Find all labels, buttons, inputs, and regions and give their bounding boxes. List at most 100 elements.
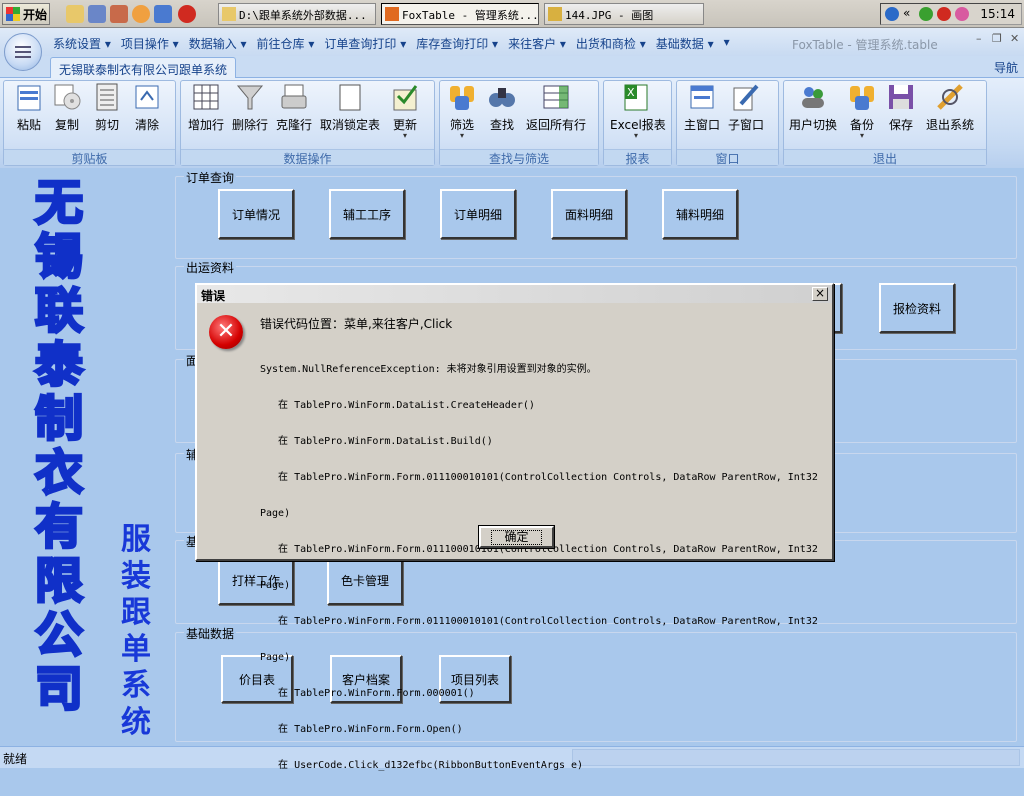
menu-order-print[interactable]: 订单查询打印 ▾ [319, 33, 411, 54]
menu-icon [15, 46, 31, 58]
menu-base-data[interactable]: 基础数据 ▾ [651, 33, 719, 54]
folder-icon[interactable] [66, 5, 84, 23]
face-icon[interactable] [132, 5, 150, 23]
paste-label: 粘贴 [16, 118, 41, 132]
taskbar-button-foxtable[interactable]: FoxTable - 管理系统... [381, 3, 539, 25]
paste-button[interactable]: 粘贴 [12, 82, 46, 133]
menu-customers[interactable]: 来往客户 ▾ [503, 33, 571, 54]
system-tray: « 15:14 [880, 3, 1022, 25]
fabric-detail-button[interactable]: 面料明细 [551, 189, 627, 239]
taskbar-button-paint[interactable]: 144.JPG - 画图 [544, 3, 704, 25]
aux-process-button[interactable]: 辅工工序 [329, 189, 405, 239]
switch-user-button[interactable]: 用户切换 [789, 82, 837, 133]
nav-link[interactable]: 导航 [994, 59, 1018, 76]
menu-stock-print[interactable]: 库存查询打印 ▾ [411, 33, 503, 54]
stacktrace-line: 在 TablePro.WinForm.Form.011100010101(Con… [260, 472, 818, 483]
order-detail-button[interactable]: 订单明细 [440, 189, 516, 239]
accessory-detail-button[interactable]: 辅料明细 [662, 189, 738, 239]
exit-system-button[interactable]: 退出系统 [923, 82, 977, 133]
save-button[interactable]: 保存 [885, 82, 917, 133]
unlock-table-label: 取消锁定表 [320, 118, 381, 132]
menu-system-settings[interactable]: 系统设置 ▾ [48, 33, 116, 54]
unlock-table-button[interactable]: 取消锁定表 [320, 82, 380, 133]
menu-project-ops[interactable]: 项目操作 ▾ [116, 33, 184, 54]
shield-icon[interactable] [955, 7, 969, 21]
update-button[interactable]: 更新 ▾ [388, 82, 422, 140]
dialog-close-button[interactable]: × [812, 287, 828, 301]
close-window-button[interactable]: ✕ [1010, 32, 1019, 45]
copy-label: 复制 [54, 118, 79, 132]
user-icon[interactable] [110, 5, 128, 23]
menu-data-input[interactable]: 数据输入 ▾ [184, 33, 252, 54]
network-icon[interactable] [885, 7, 899, 21]
filter-button[interactable]: 筛选 ▾ [446, 82, 478, 140]
clear-button[interactable]: 清除 [130, 82, 164, 133]
company-char: 泰 [33, 337, 84, 394]
browser-icon[interactable] [937, 7, 951, 21]
arrow-icon[interactable] [154, 5, 172, 23]
inspection-docs-button[interactable]: 报检资料 [879, 283, 955, 333]
main-window-button[interactable]: 主窗口 [684, 82, 720, 133]
backup-button[interactable]: 备份 ▾ [845, 82, 879, 140]
find-label: 查找 [489, 118, 514, 132]
exit-icon [935, 82, 965, 112]
delete-row-button[interactable]: 删除行 [230, 82, 270, 133]
taskbar-button-label: 144.JPG - 画图 [565, 9, 654, 22]
order-status-button[interactable]: 订单情况 [218, 189, 294, 239]
system-char: 系 [121, 668, 151, 703]
menu-go-warehouse[interactable]: 前往仓库 ▾ [252, 33, 320, 54]
company-char: 衣 [33, 445, 84, 502]
quick-access-dropdown[interactable]: ▾ [719, 33, 735, 54]
folder-icon [222, 7, 236, 21]
stacktrace-line: System.NullReferenceException: 未将对象引用设置到… [260, 364, 597, 375]
refresh-icon[interactable] [919, 7, 933, 21]
minimize-button[interactable]: – [976, 32, 982, 45]
child-window-button[interactable]: 子窗口 [728, 82, 764, 133]
tab-main[interactable]: 无锡联泰制衣有限公司跟单系统 [50, 57, 236, 78]
menu-shipping[interactable]: 出货和商检 ▾ [571, 33, 651, 54]
stacktrace-line: 在 TablePro.WinForm.Form.011100010101(Con… [260, 616, 818, 627]
clear-icon [132, 82, 162, 112]
excel-report-button[interactable]: X Excel报表 ▾ [610, 82, 666, 140]
system-char: 统 [121, 704, 151, 740]
update-icon [390, 82, 420, 112]
cut-button[interactable]: 剪切 [90, 82, 124, 133]
clear-label: 清除 [134, 118, 159, 132]
exit-system-label: 退出系统 [925, 118, 974, 132]
dialog-title-text: 错误 [201, 289, 226, 303]
group-label: 剪贴板 [4, 149, 175, 166]
error-stacktrace: System.NullReferenceException: 未将对象引用设置到… [260, 340, 830, 796]
save-icon[interactable] [88, 5, 106, 23]
start-button[interactable]: 开始 [2, 3, 50, 25]
taskbar-button-explorer[interactable]: D:\跟单系统外部数据... [218, 3, 376, 25]
child-window-icon [731, 82, 761, 112]
chevron-down-icon: ▾ [859, 131, 864, 140]
system-char: 单 [121, 631, 151, 667]
filter-label: 筛选 [449, 118, 474, 132]
panel-title: 订单查询 [184, 169, 237, 186]
clock: 15:14 [980, 7, 1015, 21]
company-char: 有 [33, 499, 84, 556]
window-title: FoxTable - 管理系统.table [792, 38, 938, 52]
company-char: 制 [33, 391, 84, 448]
taskbar-button-label: D:\跟单系统外部数据... [239, 9, 367, 22]
cut-label: 剪切 [94, 118, 119, 132]
stacktrace-line: 在 TablePro.WinForm.DataList.CreateHeader… [260, 400, 535, 411]
add-row-button[interactable]: 增加行 [186, 82, 226, 133]
find-button[interactable]: 查找 [486, 82, 518, 133]
system-char: 服 [121, 522, 151, 557]
show-all-rows-button[interactable]: 返回所有行 [524, 82, 588, 133]
browser-icon[interactable] [178, 5, 196, 23]
company-char: 司 [33, 661, 84, 718]
switch-user-icon [798, 82, 828, 112]
stacktrace-line: Page) [260, 508, 291, 519]
ok-button[interactable]: 确定 [478, 525, 555, 549]
copy-button[interactable]: 复制 [50, 82, 84, 133]
clone-row-button[interactable]: 克隆行 [274, 82, 314, 133]
stacktrace-line: 在 TablePro.WinForm.Form.000001() [260, 688, 475, 699]
tray-expand-chevron[interactable]: « [903, 6, 910, 20]
restore-button[interactable]: ❐ [992, 32, 1002, 45]
add-row-icon [191, 82, 221, 112]
application-menu-button[interactable] [4, 33, 42, 71]
company-name-vertical: 无 锡 联 泰 制 衣 有 限 公 司 [30, 175, 88, 718]
